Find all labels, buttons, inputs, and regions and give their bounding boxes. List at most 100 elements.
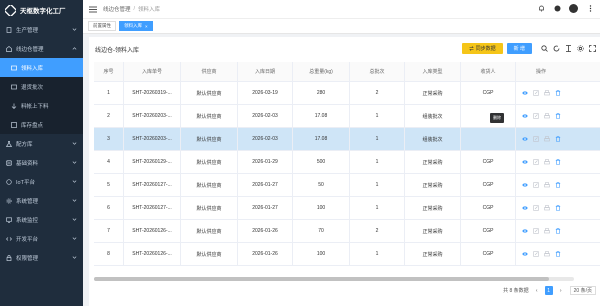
table-body: 1 SHT-20260319-... 默认供应商 2026-03-19 280 2 正常采购…	[94, 82, 600, 266]
cell-receiver: CGP	[461, 197, 516, 219]
delete-icon[interactable]	[555, 251, 561, 257]
app-logo[interactable]: 天枢数字化工厂	[0, 0, 83, 20]
sidebar-item-dev[interactable]: 开发平台	[0, 229, 83, 248]
cell-index: 8	[94, 243, 124, 265]
cell-weight: 70	[293, 220, 350, 242]
view-icon[interactable]	[521, 182, 528, 188]
lock-icon	[5, 254, 12, 261]
view-icon[interactable]	[521, 136, 528, 142]
prev-page-icon[interactable]: ‹	[533, 286, 541, 295]
print-icon[interactable]	[543, 182, 550, 188]
sync-button[interactable]: 同步数据	[461, 43, 503, 54]
view-icon[interactable]	[521, 113, 528, 119]
print-icon[interactable]	[543, 90, 550, 96]
settings-icon[interactable]	[576, 45, 584, 53]
sidebar-item-stocktake[interactable]: 库存盘点	[0, 115, 83, 134]
table-row[interactable]: 5 SHT-20260127-... 默认供应商 2026-01-27 50 1 正常采购 C…	[94, 174, 600, 197]
cell-batches: 1	[350, 105, 405, 127]
delete-icon[interactable]	[555, 228, 561, 234]
edit-icon[interactable]	[532, 251, 539, 257]
sidebar-item-line-warehouse[interactable]: 线边仓管理	[0, 39, 83, 58]
print-icon[interactable]	[543, 251, 550, 257]
cell-actions	[516, 220, 566, 242]
print-icon[interactable]	[543, 228, 550, 234]
document-icon	[5, 26, 12, 33]
edit-icon[interactable]	[532, 90, 539, 96]
table-row[interactable]: 6 SHT-20260127-... 默认供应商 2026-01-27 100 1 正常采购…	[94, 197, 600, 220]
more-vertical-icon[interactable]	[586, 5, 594, 13]
breadcrumb-separator: /	[133, 6, 136, 12]
table-row[interactable]: 8 SHT-20260126-... 默认供应商 2026-01-26 100 1 正常采购…	[94, 243, 600, 266]
avatar[interactable]	[569, 4, 578, 13]
print-icon[interactable]	[543, 159, 550, 165]
sidebar-item-return[interactable]: 退货批次	[0, 77, 83, 96]
edit-icon[interactable]	[532, 136, 539, 142]
delete-icon[interactable]	[555, 113, 561, 119]
table-row[interactable]: 7 SHT-20260126-... 默认供应商 2026-01-26 70 2 正常采购 C…	[94, 220, 600, 243]
cell-supplier: 默认供应商	[181, 105, 238, 127]
bell-icon[interactable]	[537, 5, 545, 13]
cell-date: 2026-01-26	[238, 243, 293, 265]
view-icon[interactable]	[521, 205, 528, 211]
sidebar-item-label: 系统管理	[16, 198, 39, 205]
sidebar-item-inbound[interactable]: 领料入库	[0, 58, 83, 77]
sidebar-item-load[interactable]: 料帐上下料	[0, 96, 83, 115]
table-row[interactable]: 4 SHT-20260129-... 默认供应商 2026-01-29 500 1 正常采购…	[94, 151, 600, 174]
table-row[interactable]: 3 SHT-20260203-... 默认供应商 2026-02-03 17.08 1 组装…	[94, 128, 600, 151]
refresh-icon[interactable]	[552, 45, 560, 53]
tag-label: 领料入库	[124, 23, 142, 28]
view-icon[interactable]	[521, 90, 528, 96]
chevron-down-icon	[72, 237, 77, 240]
tag-item-active[interactable]: 领料入库 ×	[119, 21, 153, 31]
print-icon[interactable]	[543, 136, 550, 142]
edit-icon[interactable]	[532, 113, 539, 119]
github-icon[interactable]	[553, 5, 561, 13]
close-icon[interactable]: ×	[145, 24, 148, 29]
edit-icon[interactable]	[532, 182, 539, 188]
page-size-select[interactable]: 20 条/页	[569, 286, 596, 295]
sidebar-item-monitor[interactable]: 系统监控	[0, 210, 83, 229]
add-button[interactable]: 新 增	[506, 43, 532, 54]
sidebar-item-database[interactable]: 基础资料	[0, 153, 83, 172]
cell-supplier: 默认供应商	[181, 243, 238, 265]
cell-weight: 500	[293, 151, 350, 173]
tag-item[interactable]: 前置属性	[88, 21, 116, 31]
next-page-icon[interactable]: ›	[557, 286, 565, 295]
logo-icon	[5, 4, 16, 16]
cell-batches: 2	[350, 220, 405, 242]
table-row[interactable]: 1 SHT-20260319-... 默认供应商 2026-03-19 280 2 正常采购…	[94, 82, 600, 105]
print-icon[interactable]	[543, 205, 550, 211]
print-icon[interactable]	[543, 113, 550, 119]
view-icon[interactable]	[521, 159, 528, 165]
column-height-icon[interactable]	[564, 45, 572, 53]
table-row[interactable]: 2 SHT-20260203-... 默认供应商 2026-02-03 17.08 1 组装…	[94, 105, 600, 128]
delete-icon[interactable]	[555, 136, 561, 142]
delete-icon[interactable]	[555, 90, 561, 96]
sidebar-item-iot[interactable]: IoT平台	[0, 172, 83, 191]
cell-batches: 1	[350, 151, 405, 173]
delete-icon[interactable]	[555, 159, 561, 165]
cell-receiver	[461, 105, 516, 127]
view-icon[interactable]	[521, 251, 528, 257]
page-number[interactable]: 1	[544, 286, 553, 295]
fullscreen-icon[interactable]	[588, 45, 596, 53]
edit-icon[interactable]	[532, 228, 539, 234]
delete-icon[interactable]	[555, 182, 561, 188]
breadcrumb-item[interactable]: 线边仓管理	[103, 5, 131, 13]
menu-toggle-icon[interactable]	[89, 6, 97, 13]
formula-icon	[5, 140, 12, 147]
sidebar-item-formula[interactable]: 配方库	[0, 134, 83, 153]
tag-label: 前置属性	[93, 23, 111, 28]
sidebar-item-production[interactable]: 生产管理	[0, 20, 83, 39]
edit-icon[interactable]	[532, 159, 539, 165]
search-icon[interactable]	[540, 45, 548, 53]
sidebar-item-permission[interactable]: 权限管理	[0, 248, 83, 267]
cell-weight: 100	[293, 243, 350, 265]
delete-icon[interactable]	[555, 205, 561, 211]
scrollbar-thumb[interactable]	[94, 277, 549, 281]
horizontal-scrollbar[interactable]	[94, 277, 574, 281]
view-icon[interactable]	[521, 228, 528, 234]
cell-index: 1	[94, 82, 124, 104]
edit-icon[interactable]	[532, 205, 539, 211]
sidebar-item-system[interactable]: 系统管理	[0, 191, 83, 210]
